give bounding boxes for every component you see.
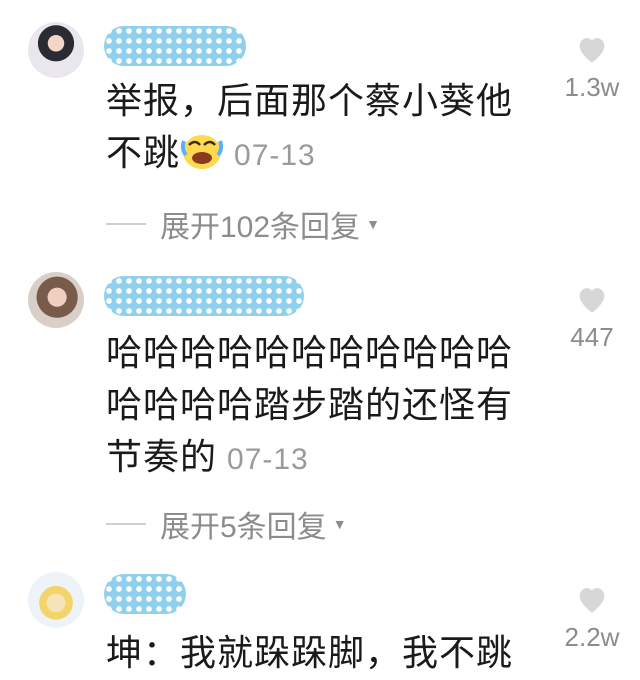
user-avatar[interactable]: [28, 22, 84, 78]
divider-dash: [106, 223, 146, 225]
like-count: 447: [570, 322, 614, 352]
heart-icon: [579, 38, 605, 63]
like-count: 2.2w: [564, 622, 620, 652]
comment-text: 坤：我就跺跺脚，我不跳: [106, 628, 546, 680]
crying-laughing-emoji-icon: [180, 131, 224, 171]
comment-body: 哈哈哈哈哈哈哈哈哈哈哈哈哈哈哈踏步踏的还怪有节奏的: [106, 333, 514, 478]
like-button[interactable]: 1.3w: [562, 34, 622, 102]
comment-date: 07-13: [227, 443, 309, 476]
caret-down-icon: ▼: [366, 216, 380, 232]
nickname-redacted[interactable]: [104, 276, 304, 316]
comment-date: 07-13: [234, 139, 316, 172]
expand-replies-button[interactable]: 展开102条回复 ▼: [106, 204, 380, 244]
expand-replies-label: 展开102条回复: [160, 211, 361, 244]
comment-text: 哈哈哈哈哈哈哈哈哈哈哈哈哈哈哈踏步踏的还怪有节奏的 07-13: [106, 328, 546, 486]
comment-body: 坤：我就跺跺脚，我不跳: [106, 633, 514, 674]
nickname-redacted[interactable]: [104, 26, 246, 66]
like-button[interactable]: 447: [562, 284, 622, 352]
expand-replies-label: 展开5条回复: [160, 511, 327, 544]
expand-replies-button[interactable]: 展开5条回复 ▼: [106, 504, 347, 544]
user-avatar[interactable]: [28, 572, 84, 628]
caret-down-icon: ▼: [332, 516, 347, 532]
like-button[interactable]: 2.2w: [562, 584, 622, 652]
heart-icon: [579, 288, 605, 313]
comment-text: 举报，后面那个蔡小葵他不跳 07-13: [106, 76, 546, 182]
divider-dash: [106, 523, 146, 525]
like-count: 1.3w: [564, 72, 620, 102]
nickname-redacted[interactable]: [104, 574, 186, 614]
heart-icon: [579, 588, 605, 613]
user-avatar[interactable]: [28, 272, 84, 328]
